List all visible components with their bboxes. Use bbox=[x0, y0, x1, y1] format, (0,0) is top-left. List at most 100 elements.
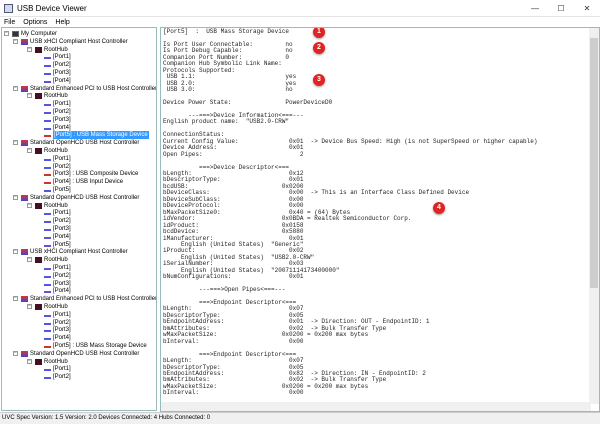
tree-item-label: [Port5] bbox=[53, 241, 71, 248]
tree-item[interactable]: [Port3] : USB Composite Device bbox=[44, 170, 138, 178]
window-title: USB Device Viewer bbox=[17, 3, 87, 13]
tree-item[interactable]: − RootHub bbox=[27, 147, 68, 155]
tree-item[interactable]: [Port3] bbox=[44, 116, 71, 124]
menu-file[interactable]: File bbox=[0, 19, 19, 26]
tree-item[interactable]: [Port5] : USB Mass Storage Device bbox=[44, 131, 149, 140]
tree-item-label: RootHub bbox=[44, 93, 68, 100]
usb-controller-icon bbox=[21, 296, 28, 303]
tree-item-label: Standard OpenHCD USB Host Controller bbox=[30, 350, 140, 357]
tree-item[interactable]: [Port2] bbox=[44, 61, 71, 69]
collapse-toggle[interactable]: − bbox=[13, 38, 18, 44]
tree-item[interactable]: [Port2] bbox=[44, 373, 71, 381]
collapse-toggle[interactable]: − bbox=[13, 350, 18, 356]
scroll-thumb[interactable] bbox=[590, 38, 598, 288]
usb-port-icon bbox=[44, 321, 51, 325]
tree-item[interactable]: [Port1] bbox=[44, 264, 71, 272]
usb-port-icon bbox=[44, 110, 51, 114]
title-bar: USB Device Viewer — ☐ ✕ bbox=[0, 0, 600, 17]
collapse-toggle[interactable]: − bbox=[13, 140, 18, 146]
tree-item[interactable]: [Port4] bbox=[44, 334, 71, 342]
tree-item[interactable]: [Port4] : USB Input Device bbox=[44, 178, 123, 186]
device-details-text: [Port5] : USB Mass Storage Device Is Por… bbox=[163, 28, 538, 397]
usb-port-icon bbox=[44, 243, 51, 247]
collapse-toggle[interactable]: − bbox=[13, 85, 18, 91]
root-hub-icon bbox=[35, 358, 42, 365]
tree-item[interactable]: [Port1] bbox=[44, 155, 71, 163]
tree-item-label: [Port2] bbox=[53, 272, 71, 279]
tree-item[interactable]: [Port5] bbox=[44, 241, 71, 249]
tree-item[interactable]: [Port2] bbox=[44, 319, 71, 327]
usb-port-icon bbox=[44, 118, 51, 122]
collapse-toggle[interactable]: − bbox=[27, 93, 32, 99]
tree-item[interactable]: [Port4] bbox=[44, 124, 71, 132]
collapse-toggle[interactable]: − bbox=[27, 358, 32, 364]
tree-item[interactable]: [Port3] bbox=[44, 69, 71, 77]
collapse-toggle[interactable]: − bbox=[27, 257, 32, 263]
device-tree[interactable]: − My Computer − USB xHCI Compliant Host Con… bbox=[1, 27, 157, 411]
tree-item[interactable]: − USB xHCI Compliant Host Controller bbox=[13, 248, 128, 256]
tree-item[interactable]: [Port4] bbox=[44, 287, 71, 295]
tree-item[interactable]: [Port1] bbox=[44, 365, 71, 373]
app-icon bbox=[4, 3, 13, 13]
tree-item[interactable]: − Standard OpenHCD USB Host Controller bbox=[13, 139, 139, 147]
close-button[interactable]: ✕ bbox=[574, 4, 600, 13]
tree-item[interactable]: − RootHub bbox=[27, 46, 68, 54]
tree-item[interactable]: [Port1] bbox=[44, 100, 71, 108]
horizontal-scrollbar[interactable] bbox=[161, 402, 591, 411]
tree-item[interactable]: [Port2] bbox=[44, 108, 71, 116]
tree-item[interactable]: − USB xHCI Compliant Host Controller bbox=[13, 38, 128, 46]
tree-item[interactable]: [Port4] bbox=[44, 77, 71, 85]
collapse-toggle[interactable]: − bbox=[27, 202, 32, 208]
collapse-toggle[interactable]: − bbox=[13, 194, 18, 200]
tree-item[interactable]: − RootHub bbox=[27, 92, 68, 100]
tree-item-label: [Port3] bbox=[53, 116, 71, 123]
menu-help[interactable]: Help bbox=[51, 19, 73, 26]
usb-port-icon bbox=[44, 165, 51, 169]
tree-item[interactable]: [Port1] bbox=[44, 53, 71, 61]
tree-item-label: [Port4] bbox=[53, 233, 71, 240]
tree-item-label: [Port1] bbox=[53, 210, 71, 217]
tree-item[interactable]: [Port3] bbox=[44, 225, 71, 233]
tree-item[interactable]: [Port1] bbox=[44, 311, 71, 319]
usb-port-icon bbox=[44, 313, 51, 317]
tree-item-label: RootHub bbox=[44, 148, 68, 154]
collapse-toggle[interactable]: − bbox=[27, 148, 32, 153]
vertical-scrollbar[interactable] bbox=[589, 28, 599, 404]
collapse-toggle[interactable]: − bbox=[27, 46, 32, 52]
tree-item[interactable]: [Port1] bbox=[44, 209, 71, 217]
tree-item-label: [Port2] bbox=[53, 218, 71, 225]
collapse-toggle[interactable]: − bbox=[4, 31, 9, 36]
tree-item[interactable]: [Port2] bbox=[44, 272, 71, 280]
collapse-toggle[interactable]: − bbox=[13, 249, 18, 255]
tree-item[interactable]: − My Computer bbox=[4, 30, 57, 38]
root-hub-icon bbox=[35, 257, 42, 264]
usb-controller-icon bbox=[21, 350, 28, 357]
tree-item-label: RootHub bbox=[44, 358, 68, 365]
maximize-button[interactable]: ☐ bbox=[548, 4, 574, 13]
tree-item[interactable]: [Port4] bbox=[44, 233, 71, 241]
usb-port-icon bbox=[44, 126, 51, 130]
tree-item[interactable]: [Port2] bbox=[44, 163, 71, 171]
tree-item[interactable]: − Standard Enhanced PCI to USB Host Contr… bbox=[13, 85, 156, 93]
collapse-toggle[interactable]: − bbox=[13, 296, 18, 302]
collapse-toggle[interactable]: − bbox=[27, 304, 32, 309]
tree-item[interactable]: [Port5] bbox=[44, 186, 71, 194]
tree-item[interactable]: − RootHub bbox=[27, 358, 68, 366]
root-hub-icon bbox=[35, 148, 42, 154]
tree-item[interactable]: − Standard Enhanced PCI to USB Host Contr… bbox=[13, 295, 157, 303]
minimize-button[interactable]: — bbox=[522, 4, 548, 13]
tree-item[interactable]: − Standard OpenHCD USB Host Controller bbox=[13, 350, 140, 358]
usb-port-icon bbox=[44, 63, 51, 68]
tree-item[interactable]: [Port2] bbox=[44, 217, 71, 225]
tree-item[interactable]: [Port5] : USB Mass Storage Device bbox=[44, 342, 147, 350]
tree-item[interactable]: − RootHub bbox=[27, 202, 68, 210]
tree-item[interactable]: [Port3] bbox=[44, 326, 71, 334]
tree-item[interactable]: [Port3] bbox=[44, 280, 71, 288]
tree-item[interactable]: − Standard OpenHCD USB Host Controller bbox=[13, 194, 139, 202]
tree-item-label: Standard Enhanced PCI to USB Host Contro… bbox=[30, 296, 157, 303]
usb-port-icon bbox=[44, 375, 51, 380]
tree-item[interactable]: − RootHub bbox=[27, 256, 68, 264]
tree-item-label: [Port4] bbox=[53, 124, 71, 131]
menu-options[interactable]: Options bbox=[19, 19, 51, 26]
tree-item[interactable]: − RootHub bbox=[27, 303, 68, 311]
